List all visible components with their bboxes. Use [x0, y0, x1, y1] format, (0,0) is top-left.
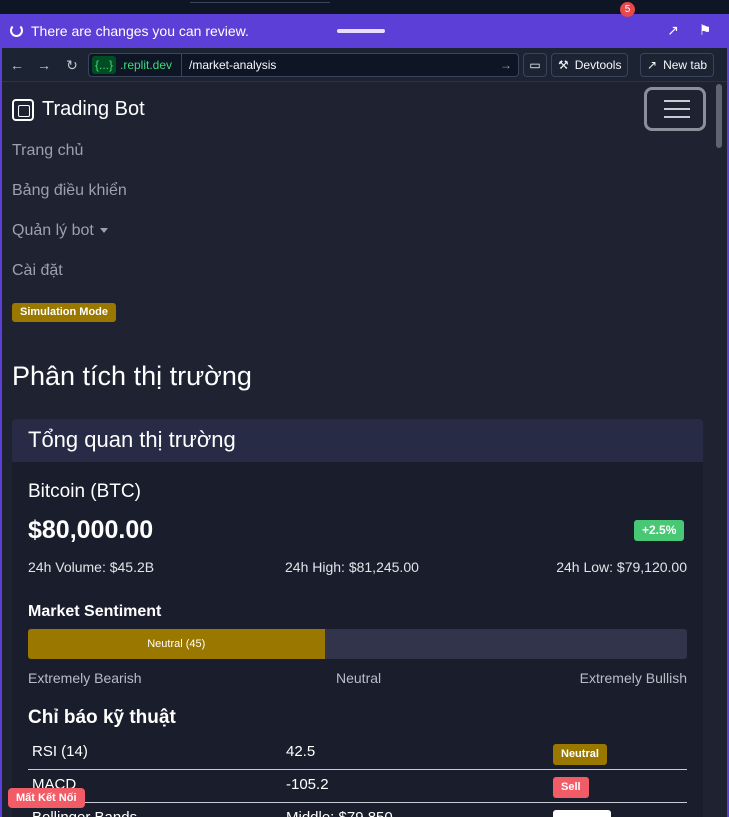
caret-down-icon — [99, 228, 108, 234]
sentiment-scale-right: Extremely Bullish — [579, 670, 687, 686]
sentiment-scale-mid: Neutral — [336, 670, 382, 686]
devtools-label: Devtools — [574, 58, 622, 72]
navbar-brand[interactable]: Trading Bot — [12, 98, 145, 121]
sentiment-scale-left: Extremely Bearish — [28, 670, 142, 686]
card-title: Tổng quan thị trường — [28, 427, 236, 452]
coin-name: Bitcoin (BTC) — [28, 481, 141, 502]
nav-link-dashboard[interactable]: Bảng điều khiển — [12, 182, 127, 200]
sentiment-fill: Neutral (45) — [28, 629, 325, 659]
hamburger-line — [664, 100, 690, 102]
domain-text: .replit.dev — [120, 58, 173, 72]
indicator-row: Bollinger Bands Middle: $79,850 — [28, 803, 687, 817]
sentiment-bar: Neutral (45) — [28, 629, 687, 659]
nav-link-bot-management[interactable]: Quản lý bot — [12, 222, 108, 240]
hamburger-line — [664, 116, 690, 118]
indicator-value: Middle: $79,850 — [286, 809, 393, 817]
url-path: /market-analysis — [189, 58, 277, 72]
url-input[interactable]: {...} .replit.dev /market-analysis → — [88, 53, 519, 77]
back-arrow-icon[interactable]: ← — [8, 56, 26, 74]
new-tab-label: New tab — [663, 58, 708, 72]
low-stat: 24h Low: $79,120.00 — [556, 559, 687, 575]
wrench-icon: ⚒ — [558, 58, 569, 72]
volume-stat: 24h Volume: $45.2B — [28, 559, 155, 575]
indicator-value: -105.2 — [286, 776, 329, 793]
nav-link-label: Quản lý bot — [12, 222, 94, 239]
nav-link-settings[interactable]: Cài đặt — [12, 262, 63, 280]
device-preview-button[interactable]: ▭ — [523, 53, 547, 77]
indicator-signal-badge: Sell — [553, 777, 589, 798]
go-arrow-icon[interactable]: → — [500, 56, 512, 74]
page-scrollbar[interactable] — [713, 82, 727, 817]
hamburger-line — [664, 108, 690, 110]
devtools-button[interactable]: ⚒ Devtools — [551, 53, 629, 77]
cpu-chip-icon — [12, 98, 34, 121]
coin-price: $80,000.00 — [28, 516, 154, 544]
high-stat: 24h High: $81,245.00 — [285, 559, 419, 575]
sentiment-title: Market Sentiment — [28, 603, 162, 620]
new-tab-button[interactable]: ↗ New tab — [640, 53, 715, 77]
domain-chip: {...} — [92, 56, 117, 74]
page-title: Phân tích thị trường — [12, 361, 252, 391]
scrollbar-thumb[interactable] — [716, 84, 722, 148]
indicator-row: RSI (14) 42.5 Neutral — [28, 737, 687, 770]
reload-icon[interactable]: ↻ — [63, 56, 81, 74]
market-overview-card: Tổng quan thị trường Bitcoin (BTC) $80,0… — [12, 419, 703, 817]
page-viewport: Trading Bot Trang chủ Bảng điều khiển Qu… — [2, 82, 713, 817]
card-header: Tổng quan thị trường — [12, 419, 703, 462]
drag-handle[interactable] — [337, 29, 385, 33]
url-divider — [181, 54, 182, 76]
browser-url-bar: ← → ↻ {...} .replit.dev /market-analysis… — [2, 48, 727, 82]
monitor-icon: ▭ — [529, 58, 541, 72]
navbar-toggle-button[interactable] — [644, 87, 706, 131]
indicator-name: RSI (14) — [32, 743, 88, 760]
price-change-badge: +2.5% — [634, 520, 685, 541]
forward-arrow-icon[interactable]: → — [35, 56, 53, 74]
nav-link-home[interactable]: Trang chủ — [12, 142, 83, 160]
indicator-name: Bollinger Bands — [32, 809, 137, 817]
external-link-icon: ↗ — [647, 58, 658, 72]
indicator-row: MACD -105.2 Sell — [28, 770, 687, 803]
indicator-value: 42.5 — [286, 743, 316, 760]
indicators-title: Chỉ báo kỹ thuật — [28, 707, 176, 728]
simulation-mode-badge: Simulation Mode — [12, 303, 116, 322]
devtools-count-badge: 5 — [620, 2, 635, 17]
open-external-icon[interactable]: ↗ — [664, 21, 682, 39]
refresh-spinner-icon — [10, 24, 23, 37]
connection-lost-badge: Mất Kết Nối — [8, 788, 85, 808]
brand-title: Trading Bot — [42, 98, 145, 120]
indicator-signal-badge: Neutral — [553, 744, 607, 765]
indicator-signal-badge — [553, 810, 611, 817]
review-status-text[interactable]: There are changes you can review. — [31, 23, 249, 39]
pin-icon[interactable]: ⚑ — [696, 21, 714, 39]
